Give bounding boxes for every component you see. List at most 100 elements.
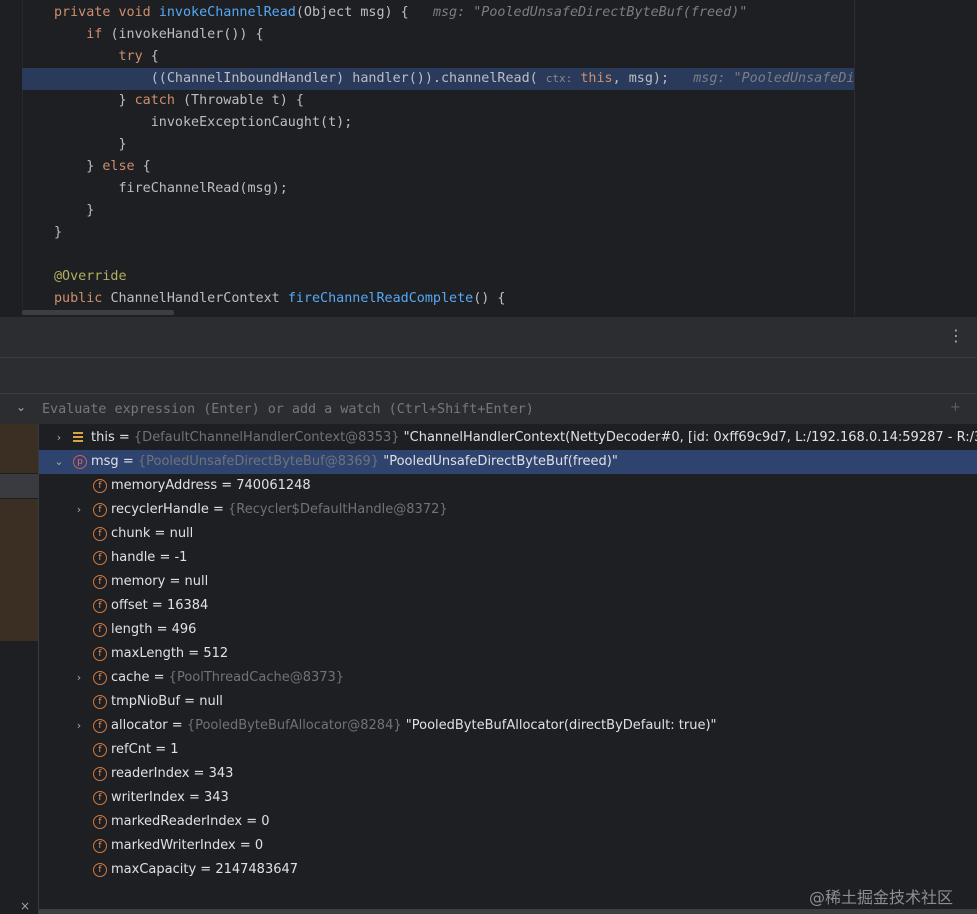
variable-row-msg[interactable]: ⌄ p msg = {PooledUnsafeDirectByteBuf@8369}…	[39, 450, 977, 474]
variable-row-memory[interactable]: f memory = null	[39, 570, 977, 594]
code-token: invokeChannelRead	[158, 5, 296, 20]
variable-name: memoryAddress	[111, 478, 218, 493]
variables-horizontal-scrollbar[interactable]	[39, 909, 977, 914]
variable-row-maxlength[interactable]: f maxLength = 512	[39, 642, 977, 666]
code-line[interactable]: }	[0, 222, 854, 244]
code-token: private void	[54, 5, 159, 20]
variable-row-writerindex[interactable]: f writerIndex = 343	[39, 786, 977, 810]
code-token: if	[54, 27, 111, 42]
code-line-text: }	[54, 222, 62, 244]
code-line-text: fireChannelRead(msg);	[54, 178, 288, 200]
code-line-text: invokeExceptionCaught(t);	[54, 112, 353, 134]
variable-value: 16384	[166, 598, 209, 613]
code-line-text: }	[54, 134, 126, 156]
variable-name: offset	[111, 598, 148, 613]
field-icon: f	[93, 791, 107, 805]
variable-value: -1	[174, 550, 188, 565]
variable-name: handle	[111, 550, 156, 565]
close-icon[interactable]: ×	[20, 899, 30, 913]
variable-row-readerindex[interactable]: f readerIndex = 343	[39, 762, 977, 786]
variable-text: maxCapacity = 2147483647	[111, 858, 298, 882]
field-icon: f	[93, 599, 107, 613]
code-token: else	[102, 159, 135, 174]
equals-sign: =	[242, 814, 262, 829]
variable-row-recyclerhandle[interactable]: › f recyclerHandle = {Recycler$DefaultHand…	[39, 498, 977, 522]
variable-row-tmpniobuf[interactable]: f tmpNioBuf = null	[39, 690, 977, 714]
variable-value: "PooledUnsafeDirectByteBuf(freed)"	[383, 454, 618, 469]
code-line[interactable]: } else {	[0, 156, 854, 178]
chevron-down-icon[interactable]: ⌄	[16, 400, 26, 414]
equals-sign: =	[184, 790, 204, 805]
field-icon: f	[93, 527, 107, 541]
variable-text: handle = -1	[111, 546, 187, 570]
equals-sign: =	[151, 742, 171, 757]
variable-text: length = 496	[111, 618, 196, 642]
more-options-icon[interactable]: ⋮	[948, 327, 964, 345]
code-line-text: ((ChannelInboundHandler) handler()).chan…	[54, 68, 871, 90]
variable-row-maxcapacity[interactable]: f maxCapacity = 2147483647	[39, 858, 977, 882]
evaluate-expression-input[interactable]	[40, 397, 924, 421]
variable-row-memoryaddress[interactable]: f memoryAddress = 740061248	[39, 474, 977, 498]
variable-value: 496	[171, 622, 197, 637]
add-watch-icon[interactable]: +	[950, 400, 961, 415]
chevron-down-icon[interactable]: ⌄	[53, 450, 65, 474]
variable-type: {DefaultChannelHandlerContext@8353}	[133, 430, 400, 445]
variable-row-chunk[interactable]: f chunk = null	[39, 522, 977, 546]
code-line[interactable]: if (invokeHandler()) {	[0, 24, 854, 46]
editor-horizontal-scrollbar[interactable]	[22, 310, 174, 315]
variable-value: 1	[170, 742, 179, 757]
chevron-right-icon[interactable]: ›	[73, 714, 85, 738]
code-token: public	[54, 291, 111, 306]
code-editor[interactable]: private void invokeChannelRead(Object ms…	[0, 0, 977, 316]
variable-type: {PooledUnsafeDirectByteBuf@8369}	[137, 454, 380, 469]
code-line[interactable]: private void invokeChannelRead(Object ms…	[0, 2, 854, 24]
equals-sign: =	[155, 550, 175, 565]
code-line[interactable]: } catch (Throwable t) {	[0, 90, 854, 112]
frame-item[interactable]	[0, 499, 38, 641]
variable-name: markedReaderIndex	[111, 814, 243, 829]
code-line[interactable]: fireChannelRead(msg);	[0, 178, 854, 200]
code-line[interactable]: ((ChannelInboundHandler) handler()).chan…	[22, 68, 871, 90]
variable-row-length[interactable]: f length = 496	[39, 618, 977, 642]
frames-panel[interactable]	[0, 424, 39, 914]
variable-row-offset[interactable]: f offset = 16384	[39, 594, 977, 618]
frame-item-selected[interactable]	[0, 474, 38, 498]
watermark: @稀土掘金技术社区	[809, 888, 954, 907]
code-line-text: try {	[54, 46, 158, 68]
frame-item[interactable]	[0, 424, 38, 473]
variable-row-cache[interactable]: › f cache = {PoolThreadCache@8373}	[39, 666, 977, 690]
variable-text: this = {DefaultChannelHandlerContext@835…	[91, 426, 977, 450]
variable-text: memoryAddress = 740061248	[111, 474, 311, 498]
variable-row-markedwriterindex[interactable]: f markedWriterIndex = 0	[39, 834, 977, 858]
equals-sign: =	[235, 838, 255, 853]
chevron-right-icon[interactable]: ›	[53, 426, 65, 450]
field-icon: f	[93, 839, 107, 853]
variable-name: readerIndex	[111, 766, 190, 781]
variable-row-markedreaderindex[interactable]: f markedReaderIndex = 0	[39, 810, 977, 834]
variable-value: 740061248	[236, 478, 311, 493]
variable-name: allocator	[111, 718, 168, 733]
code-line[interactable]	[0, 244, 854, 266]
variable-type: {PoolThreadCache@8373}	[168, 670, 345, 685]
code-line-text: @Override	[54, 266, 127, 288]
equals-sign: =	[180, 694, 200, 709]
field-icon: f	[93, 479, 107, 493]
variable-value: 512	[203, 646, 229, 661]
variable-row-allocator[interactable]: › f allocator = {PooledByteBufAllocator@82…	[39, 714, 977, 738]
code-line[interactable]: }	[0, 134, 854, 156]
chevron-right-icon[interactable]: ›	[73, 498, 85, 522]
code-line[interactable]: @Override	[0, 266, 854, 288]
chevron-right-icon[interactable]: ›	[73, 666, 85, 690]
variable-row-this[interactable]: › this = {DefaultChannelHandlerContext@83…	[39, 426, 977, 450]
code-token: fireChannelRead(msg);	[54, 181, 288, 196]
code-line[interactable]: try {	[0, 46, 854, 68]
variable-text: refCnt = 1	[111, 738, 179, 762]
code-line[interactable]: invokeExceptionCaught(t);	[0, 112, 854, 134]
variable-row-refcnt[interactable]: f refCnt = 1	[39, 738, 977, 762]
variable-row-handle[interactable]: f handle = -1	[39, 546, 977, 570]
variable-value: null	[169, 526, 194, 541]
variable-name: writerIndex	[111, 790, 185, 805]
code-token: }	[54, 159, 103, 174]
code-line[interactable]: public ChannelHandlerContext fireChannel…	[0, 288, 854, 310]
code-line[interactable]: }	[0, 200, 854, 222]
